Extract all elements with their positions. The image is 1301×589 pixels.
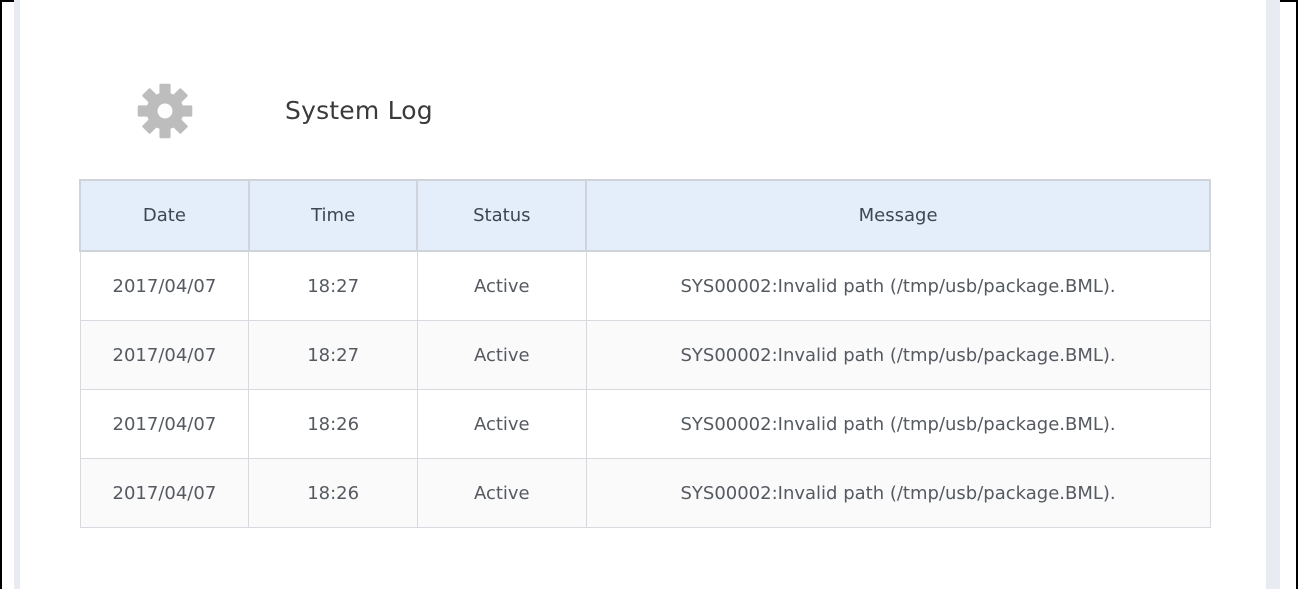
cell-message: SYS00002:Invalid path (/tmp/usb/package.… [585,320,1211,390]
page-title: System Log [285,96,433,125]
cell-time: 18:26 [248,458,418,528]
table-row[interactable]: 2017/04/07 18:27 Active SYS00002:Invalid… [79,250,1211,321]
cell-status: Active [416,320,587,390]
cell-date: 2017/04/07 [79,389,250,459]
table-row[interactable]: 2017/04/07 18:27 Active SYS00002:Invalid… [79,320,1211,390]
cell-message: SYS00002:Invalid path (/tmp/usb/package.… [585,458,1211,528]
table-row[interactable]: 2017/04/07 18:26 Active SYS00002:Invalid… [79,389,1211,459]
column-header-date[interactable]: Date [79,179,250,252]
cell-date: 2017/04/07 [79,458,250,528]
gear-icon [134,80,196,142]
cell-message: SYS00002:Invalid path (/tmp/usb/package.… [585,250,1211,321]
cell-date: 2017/04/07 [79,320,250,390]
cell-time: 18:26 [248,389,418,459]
cell-time: 18:27 [248,250,418,321]
page-header [134,78,196,144]
cell-date: 2017/04/07 [79,250,250,321]
table-row[interactable]: 2017/04/07 18:26 Active SYS00002:Invalid… [79,458,1211,528]
table-header-row: Date Time Status Message [79,179,1211,252]
cell-status: Active [416,389,587,459]
system-log-table: Date Time Status Message 2017/04/07 18:2… [79,179,1211,528]
cell-status: Active [416,458,587,528]
column-header-status[interactable]: Status [416,179,588,252]
column-header-time[interactable]: Time [247,179,419,252]
cell-time: 18:27 [248,320,418,390]
column-header-message[interactable]: Message [585,179,1211,252]
cell-message: SYS00002:Invalid path (/tmp/usb/package.… [585,389,1211,459]
cell-status: Active [416,250,587,321]
right-scrollbar-track[interactable] [1266,0,1280,589]
